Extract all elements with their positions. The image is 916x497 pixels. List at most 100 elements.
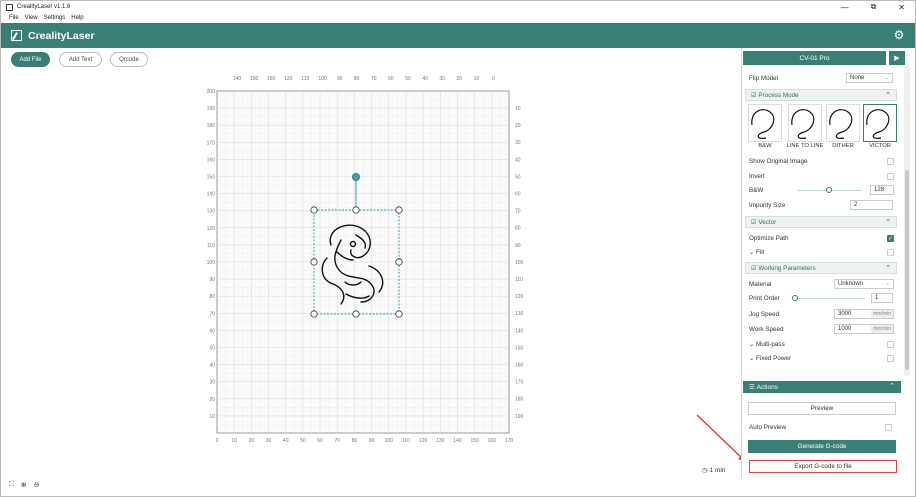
print-order-label: Print Order [749, 295, 780, 302]
multi-pass-toggle[interactable]: ⌄ Multi-pass [749, 339, 785, 350]
mode-vector-label: VICTOR [869, 143, 891, 149]
preview-button[interactable]: Preview [748, 402, 896, 415]
x-tick-top: 40 [422, 76, 428, 82]
y-tick-right: 90 [515, 243, 521, 249]
zoom-out-icon[interactable]: ⊖ [34, 481, 40, 489]
impurity-size-label: Impurity Size [749, 202, 786, 209]
menu-settings[interactable]: Settings [44, 15, 66, 21]
x-tick-bottom: 130 [436, 438, 445, 444]
canvas-grid[interactable]: 0 10 20 30 40 50 60 70 80 90 100 110 120 130 140 150 160… [1, 70, 738, 475]
multi-pass-checkbox[interactable] [887, 341, 894, 348]
y-tick-right: 30 [515, 140, 521, 146]
x-tick-bottom: 120 [419, 438, 428, 444]
y-tick-right: 80 [515, 226, 521, 232]
minimize-icon[interactable]: — [841, 3, 849, 12]
canvas-workspace[interactable]: 0 10 20 30 40 50 60 70 80 90 100 110 120 130 140 150 160… [1, 70, 738, 475]
x-tick-top: 140 [233, 76, 242, 82]
qrcode-button[interactable]: Qrcode [110, 52, 148, 67]
x-tick-top: 110 [301, 76, 309, 82]
x-tick-bottom: 20 [249, 438, 255, 444]
bw-input[interactable]: 128 [870, 185, 894, 195]
y-tick-right: 150 [515, 345, 524, 351]
x-tick-bottom: 60 [317, 438, 323, 444]
x-tick-top: 90 [337, 76, 343, 82]
x-tick-bottom: 70 [334, 438, 340, 444]
bw-label: B&W [749, 187, 764, 194]
machine-selector[interactable]: CV-01 Pro [743, 51, 886, 65]
y-tick-left: 20 [209, 397, 215, 403]
menu-help[interactable]: Help [71, 15, 83, 21]
resize-handle[interactable] [310, 258, 318, 266]
mode-dither-tile[interactable] [826, 104, 860, 142]
y-tick-right: 50 [515, 174, 521, 180]
optimize-path-checkbox[interactable]: ✓ [887, 235, 894, 242]
y-tick-left: 160 [207, 157, 216, 163]
edit-icon: ☑ [751, 91, 759, 99]
zoom-in-icon[interactable]: ⊕ [21, 481, 27, 489]
resize-handle[interactable] [310, 310, 318, 318]
material-select[interactable]: Unknown ⌄ [834, 279, 894, 289]
x-tick-top: 0 [492, 76, 495, 82]
print-order-slider-knob[interactable] [792, 295, 798, 301]
resize-handle[interactable] [395, 310, 403, 318]
mode-bw-tile[interactable] [748, 104, 782, 142]
mode-vector-tile[interactable] [863, 104, 897, 142]
material-label: Material [749, 281, 772, 288]
restore-icon[interactable]: ⧉ [871, 2, 877, 12]
y-tick-right: 110 [515, 277, 523, 283]
actions-section[interactable]: ☰ Actions ⌃ [743, 381, 901, 393]
export-gcode-button[interactable]: Export G-code to file [749, 460, 897, 473]
generate-gcode-button[interactable]: Generate G-code [748, 440, 896, 453]
resize-handle[interactable] [352, 206, 360, 214]
impurity-size-input[interactable]: 2 [850, 200, 893, 210]
add-text-button[interactable]: Add Text [59, 52, 102, 67]
panel-scroll-thumb[interactable] [905, 170, 909, 370]
work-speed-input[interactable]: 1000 mm/min [834, 324, 894, 334]
bw-slider-knob[interactable] [826, 187, 832, 193]
y-tick-right: 190 [515, 414, 524, 420]
estimated-time: ◷ 1 min [702, 467, 726, 474]
x-tick-bottom: 170 [505, 438, 514, 444]
edit-icon: ☑ [751, 264, 759, 272]
show-original-checkbox[interactable] [887, 158, 894, 165]
fixed-power-toggle[interactable]: ⌄ Fixed Power [749, 353, 791, 364]
y-tick-left: 180 [207, 123, 216, 129]
working-parameters-section[interactable]: ☑ Working Parameters ⌃ [745, 262, 897, 274]
menu-view[interactable]: View [25, 15, 38, 21]
fill-toggle[interactable]: ⌄ Fill [749, 247, 764, 258]
jog-speed-input[interactable]: 3000 mm/min [834, 309, 894, 319]
fill-checkbox[interactable] [887, 249, 894, 256]
close-icon[interactable]: ✕ [898, 3, 905, 12]
x-tick-bottom: 0 [216, 438, 219, 444]
print-order-slider-track[interactable] [795, 298, 865, 299]
resize-handle[interactable] [352, 310, 360, 318]
y-tick-left: 80 [209, 294, 215, 300]
mode-line-tile[interactable] [788, 104, 822, 142]
y-tick-right: 100 [515, 260, 524, 266]
vector-section[interactable]: ☑ Vector ⌃ [745, 216, 897, 228]
y-tick-right: 160 [515, 363, 524, 369]
print-order-input[interactable]: 1 [871, 293, 893, 303]
play-icon[interactable]: ▶ [889, 51, 905, 65]
menu-file[interactable]: File [9, 15, 19, 21]
rotate-handle[interactable] [352, 173, 360, 181]
resize-handle[interactable] [310, 206, 318, 214]
flip-model-select[interactable]: None ⌄ [846, 73, 893, 83]
fit-view-icon[interactable]: ⛶ [9, 481, 14, 489]
auto-preview-checkbox[interactable] [885, 424, 892, 431]
add-file-button[interactable]: Add File [11, 52, 50, 67]
gear-icon[interactable]: ⚙ [893, 29, 905, 41]
y-tick-right: 10 [515, 106, 521, 112]
y-tick-left: 110 [207, 243, 215, 249]
process-mode-section[interactable]: ☑ Process Mode ⌃ [745, 89, 897, 101]
fixed-power-checkbox[interactable] [887, 355, 894, 362]
x-tick-bottom: 80 [352, 438, 358, 444]
y-tick-left: 40 [209, 363, 215, 369]
invert-checkbox[interactable] [887, 173, 894, 180]
resize-handle[interactable] [395, 206, 403, 214]
resize-handle[interactable] [395, 258, 403, 266]
app-header: CrealityLaser ⚙ [1, 23, 915, 48]
y-tick-right: 130 [515, 311, 524, 317]
y-tick-left: 60 [209, 328, 215, 334]
x-tick-top: 100 [318, 76, 327, 82]
